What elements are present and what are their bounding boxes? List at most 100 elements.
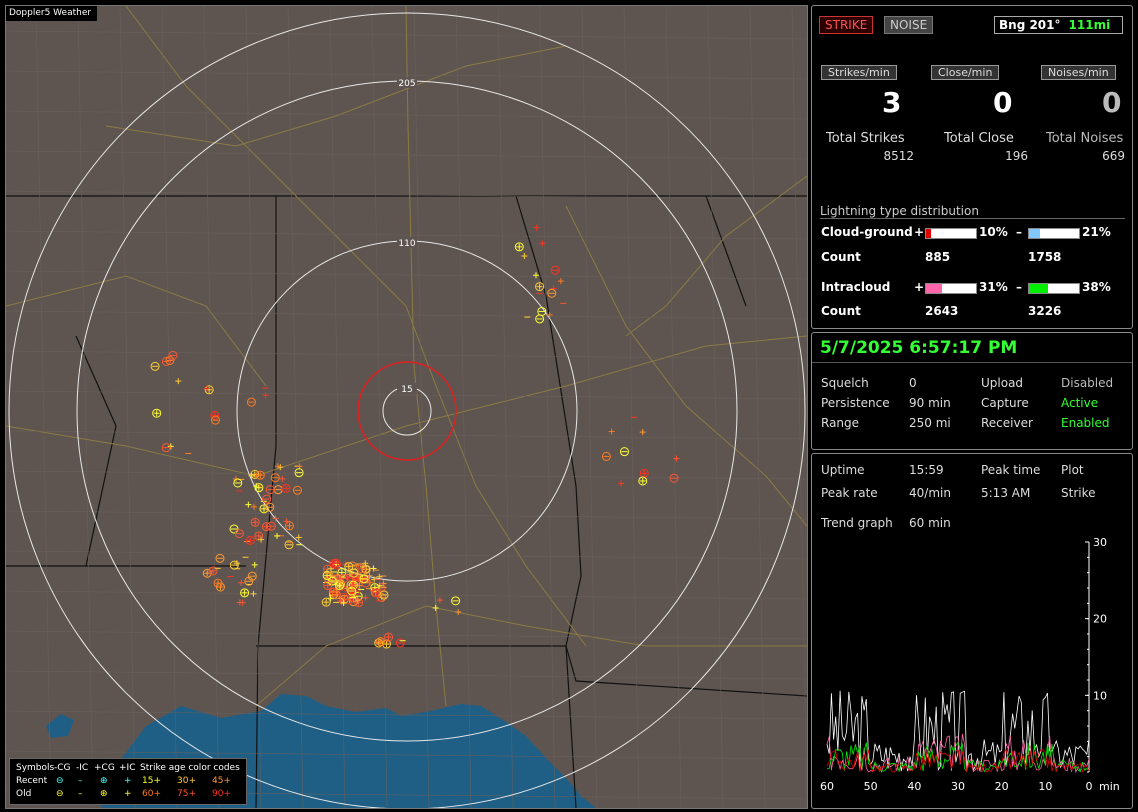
- strike-marker: [238, 579, 245, 586]
- map-title: Doppler5 Weather: [6, 6, 98, 21]
- strike-marker: [254, 483, 264, 493]
- age-45: 45+: [212, 776, 231, 786]
- legend-neg-cg-header: -CG: [54, 763, 71, 773]
- ic-plus-sign: +: [914, 280, 925, 294]
- strike-marker: [344, 562, 354, 572]
- range-ring: [76, 80, 738, 742]
- close-per-min-label: Close/min: [931, 65, 1000, 80]
- strike-marker: [255, 470, 265, 480]
- strike-button[interactable]: STRIKE: [819, 16, 874, 34]
- trend-x-tick-label: 10: [1038, 780, 1052, 793]
- cg-minus-pct: 21%: [1082, 225, 1111, 239]
- highway: [6, 335, 807, 477]
- plot-value[interactable]: Strike: [1061, 486, 1096, 500]
- uptime-value: 15:59: [909, 463, 944, 477]
- receiver-value: Enabled: [1061, 416, 1110, 430]
- strike-marker: [265, 485, 275, 495]
- strike-marker: [323, 581, 333, 591]
- county-line: [539, 6, 556, 808]
- strike-marker: [161, 443, 171, 453]
- ic-count-label: Count: [821, 304, 861, 318]
- strike-marker: [639, 429, 646, 436]
- strike-marker: [204, 385, 214, 395]
- strike-marker: [354, 598, 364, 608]
- range-ring: [8, 12, 806, 808]
- receiver-label: Receiver: [981, 416, 1033, 430]
- strike-marker: [639, 468, 649, 478]
- strike-marker: [233, 478, 243, 488]
- cg-plus-pct: 10%: [979, 225, 1008, 239]
- strike-marker: [210, 415, 220, 425]
- settings-panel: 5/7/2025 6:57:17 PM Squelch 0 Upload Dis…: [811, 332, 1133, 450]
- map-canvas: 205 110 15: [6, 6, 807, 808]
- neg-ic-old-icon: –: [78, 789, 83, 799]
- county-line: [119, 6, 136, 808]
- strike-marker: [234, 529, 244, 539]
- age-15: 15+: [142, 776, 161, 786]
- bearing-label: Bng 201°: [999, 18, 1061, 32]
- ic-plus-pct: 31%: [979, 280, 1008, 294]
- strike-marker: [546, 311, 553, 318]
- close-per-min-value: 0: [993, 86, 1013, 119]
- ic-minus-bar: [1028, 283, 1080, 294]
- strike-marker: [533, 224, 540, 231]
- lightning-map[interactable]: 205 110 15 Doppler5 Weather Symbols -CG -I…: [5, 5, 808, 809]
- legend-pos-ic-header: +IC: [119, 763, 136, 773]
- strike-marker: [557, 278, 564, 285]
- strike-marker: [521, 253, 528, 260]
- trend-y-tick-label: 30: [1093, 536, 1107, 549]
- county-line: [749, 6, 766, 808]
- trend-x-tick-label: 30: [951, 780, 965, 793]
- noise-button[interactable]: NOISE: [884, 16, 934, 34]
- range-value: 250 mi: [909, 416, 951, 430]
- ring-label: 110: [398, 239, 415, 249]
- county-line: [455, 6, 472, 808]
- trend-x-tick-label: 20: [995, 780, 1009, 793]
- peak-rate-label: Peak rate: [821, 486, 878, 500]
- strikes-per-min-value: 3: [882, 86, 902, 119]
- trend-graph-label: Trend graph: [821, 516, 893, 530]
- strike-marker: [270, 473, 280, 483]
- cg-minus-bar: [1028, 228, 1080, 239]
- strike-marker: [245, 501, 252, 508]
- trend-x-tick-label: 0: [1086, 780, 1093, 793]
- cg-minus-count: 1758: [1028, 250, 1062, 264]
- strike-marker: [215, 553, 225, 563]
- strike-marker: [608, 428, 615, 435]
- county-line: [581, 6, 598, 808]
- peak-time-label: Peak time: [981, 463, 1041, 477]
- cg-plus-bar: [925, 228, 977, 239]
- strike-marker: [550, 285, 557, 292]
- pos-ic-old-icon: +: [124, 789, 132, 799]
- strike-marker: [175, 378, 182, 385]
- age-90: 90+: [212, 789, 231, 799]
- capture-value: Active: [1061, 396, 1099, 410]
- strike-marker: [229, 524, 239, 534]
- trend-panel: Uptime 15:59 Peak time Plot Peak rate 40…: [811, 453, 1133, 809]
- cg-minus-sign: –: [1016, 225, 1022, 239]
- range-label: Range: [821, 416, 860, 430]
- pos-cg-recent-icon: ⊕: [100, 776, 108, 786]
- strike-marker: [250, 503, 257, 510]
- county-line: [161, 6, 178, 808]
- highway: [625, 175, 807, 337]
- strike-marker: [362, 594, 369, 601]
- strike-marker: [432, 604, 439, 611]
- strike-marker: [152, 408, 162, 418]
- strike-marker: [335, 581, 345, 591]
- strike-marker: [321, 597, 331, 607]
- legend-age-header: Strike age color codes: [140, 763, 240, 773]
- ic-plus-count: 2643: [925, 304, 959, 318]
- neg-ic-recent-icon: –: [78, 776, 83, 786]
- state-border: [75, 335, 117, 567]
- strike-marker: [262, 494, 272, 504]
- county-line: [6, 270, 807, 280]
- strike-marker: [213, 578, 223, 588]
- strike-marker: [250, 590, 257, 597]
- strike-marker: [246, 397, 256, 407]
- strike-marker: [245, 535, 255, 545]
- pos-cg-old-icon: ⊕: [100, 789, 108, 799]
- settings-divider: [812, 362, 1132, 363]
- strike-marker: [455, 609, 462, 616]
- persistence-value: 90 min: [909, 396, 951, 410]
